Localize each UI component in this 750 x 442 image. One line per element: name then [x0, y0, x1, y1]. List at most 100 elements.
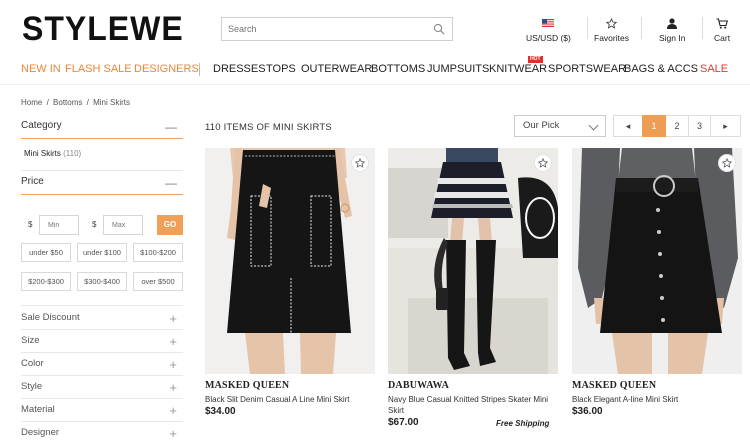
nav-sale[interactable]: SALE [700, 63, 728, 75]
breadcrumb: Home / Bottoms / Mini Skirts [21, 98, 132, 107]
product-name[interactable]: Black Elegant A-line Mini Skirt [572, 394, 742, 405]
page-1[interactable]: 1 [642, 115, 666, 137]
price-range-button[interactable]: under $50 [21, 243, 71, 262]
chevron-down-icon [588, 120, 599, 131]
product-image[interactable] [388, 148, 558, 374]
product-card[interactable]: DABUWAWA Navy Blue Casual Knitted Stripe… [388, 148, 558, 428]
nav-tops[interactable]: TOPS [266, 63, 296, 75]
filter-sale-discount[interactable]: Sale Discount + [21, 311, 183, 326]
nav-knitwear[interactable]: KNITWEAR [489, 63, 547, 75]
currency-selector[interactable]: US/USD ($) [526, 16, 571, 43]
product-card[interactable]: MASKED QUEEN Black Slit Denim Casual A L… [205, 148, 375, 417]
expand-icon[interactable]: + [169, 311, 177, 326]
prev-page-button[interactable]: ◂ [613, 115, 643, 137]
breadcrumb-bottoms[interactable]: Bottoms [53, 98, 82, 107]
product-price: $36.00 [572, 406, 603, 417]
nav-dresses[interactable]: DRESSES [213, 63, 266, 75]
nav-sportswear[interactable]: SPORTSWEAR [548, 63, 626, 75]
page-2[interactable]: 2 [666, 115, 689, 137]
nav-jumpsuits[interactable]: JUMPSUITS [427, 63, 489, 75]
next-page-button[interactable]: ▸ [711, 115, 741, 137]
sort-label: Our Pick [523, 120, 560, 131]
cart-link[interactable]: Cart [714, 16, 730, 43]
category-item-label: Mini Skirts [24, 149, 61, 158]
signin-label: Sign In [659, 33, 686, 43]
category-title: Category [21, 120, 62, 131]
filter-label: Sale Discount [21, 312, 80, 323]
expand-icon[interactable]: + [169, 357, 177, 372]
currency-label: US/USD ($) [526, 33, 571, 43]
filter-label: Style [21, 381, 43, 392]
filter-label: Designer [21, 427, 60, 438]
cart-icon [716, 17, 729, 29]
nav-divider [199, 63, 200, 76]
nav-bags-accs[interactable]: BAGS & ACCS [624, 63, 698, 75]
logo[interactable]: STYLEWE [22, 9, 184, 49]
expand-icon[interactable]: + [169, 380, 177, 395]
favorite-button[interactable] [351, 154, 369, 172]
min-currency: $ [28, 220, 33, 229]
user-icon [667, 17, 678, 29]
category-item-count: (110) [63, 149, 82, 158]
filter-material[interactable]: Material + [21, 403, 183, 418]
main-nav: NEW IN FLASH SALE DESIGNERS DRESSES TOPS… [0, 63, 750, 77]
category-header[interactable]: Category — [21, 120, 183, 134]
nav-bottoms[interactable]: BOTTOMS [371, 63, 425, 75]
price-go-button[interactable]: GO [157, 215, 183, 235]
price-range-button[interactable]: $100-$200 [133, 243, 183, 262]
collapse-icon[interactable]: — [165, 176, 177, 190]
filter-size[interactable]: Size + [21, 334, 183, 349]
expand-icon[interactable]: + [169, 334, 177, 349]
sort-dropdown[interactable]: Our Pick [514, 115, 606, 137]
breadcrumb-sep: / [86, 98, 89, 107]
product-card[interactable]: MASKED QUEEN Black Elegant A-line Mini S… [572, 148, 742, 417]
nav-new-in[interactable]: NEW IN [21, 63, 61, 75]
product-brand[interactable]: MASKED QUEEN [205, 380, 375, 391]
favorite-button[interactable] [534, 154, 552, 172]
star-icon [355, 158, 365, 168]
expand-icon[interactable]: + [169, 426, 177, 441]
product-name[interactable]: Black Slit Denim Casual A Line Mini Skir… [205, 394, 375, 405]
page-3[interactable]: 3 [688, 115, 711, 137]
price-range-button[interactable]: under $100 [77, 243, 127, 262]
cart-label: Cart [714, 33, 731, 43]
product-price: $34.00 [205, 406, 236, 417]
product-brand[interactable]: DABUWAWA [388, 380, 558, 391]
filter-style[interactable]: Style + [21, 380, 183, 395]
favorite-button[interactable] [718, 154, 736, 172]
breadcrumb-current: Mini Skirts [93, 98, 130, 107]
expand-icon[interactable]: + [169, 403, 177, 418]
price-range-button[interactable]: $200-$300 [21, 272, 71, 291]
nav-outerwear[interactable]: OUTERWEAR [301, 63, 372, 75]
star-icon [722, 158, 732, 168]
product-name[interactable]: Navy Blue Casual Knitted Stripes Skater … [388, 394, 558, 416]
filter-label: Color [21, 358, 44, 369]
filter-designer[interactable]: Designer + [21, 426, 183, 441]
search-box[interactable] [221, 17, 453, 41]
price-max-input[interactable] [103, 215, 143, 235]
max-currency: $ [92, 220, 97, 229]
hot-badge: HOT [528, 56, 543, 63]
nav-designers[interactable]: DESIGNERS [134, 63, 199, 75]
search-input[interactable] [222, 18, 422, 40]
collapse-icon[interactable]: — [165, 120, 177, 134]
item-count: 110 ITEMS OF MINI SKIRTS [205, 122, 332, 133]
filter-label: Size [21, 335, 40, 346]
filter-color[interactable]: Color + [21, 357, 183, 372]
product-image[interactable] [205, 148, 375, 374]
favorites-link[interactable]: Favorites [594, 16, 629, 43]
us-flag-icon [542, 19, 555, 27]
signin-link[interactable]: Sign In [659, 16, 685, 43]
price-min-input[interactable] [39, 215, 79, 235]
breadcrumb-home[interactable]: Home [21, 98, 42, 107]
product-brand[interactable]: MASKED QUEEN [572, 380, 742, 391]
search-icon[interactable] [433, 23, 445, 35]
star-icon [605, 17, 617, 29]
nav-flash-sale[interactable]: FLASH SALE [65, 63, 132, 75]
price-range-button[interactable]: $300-$400 [77, 272, 127, 291]
product-image[interactable] [572, 148, 742, 374]
price-title: Price [21, 176, 44, 187]
category-item-mini-skirts[interactable]: Mini Skirts (110) [24, 149, 81, 158]
price-header[interactable]: Price — [21, 176, 183, 190]
price-range-button[interactable]: over $500 [133, 272, 183, 291]
